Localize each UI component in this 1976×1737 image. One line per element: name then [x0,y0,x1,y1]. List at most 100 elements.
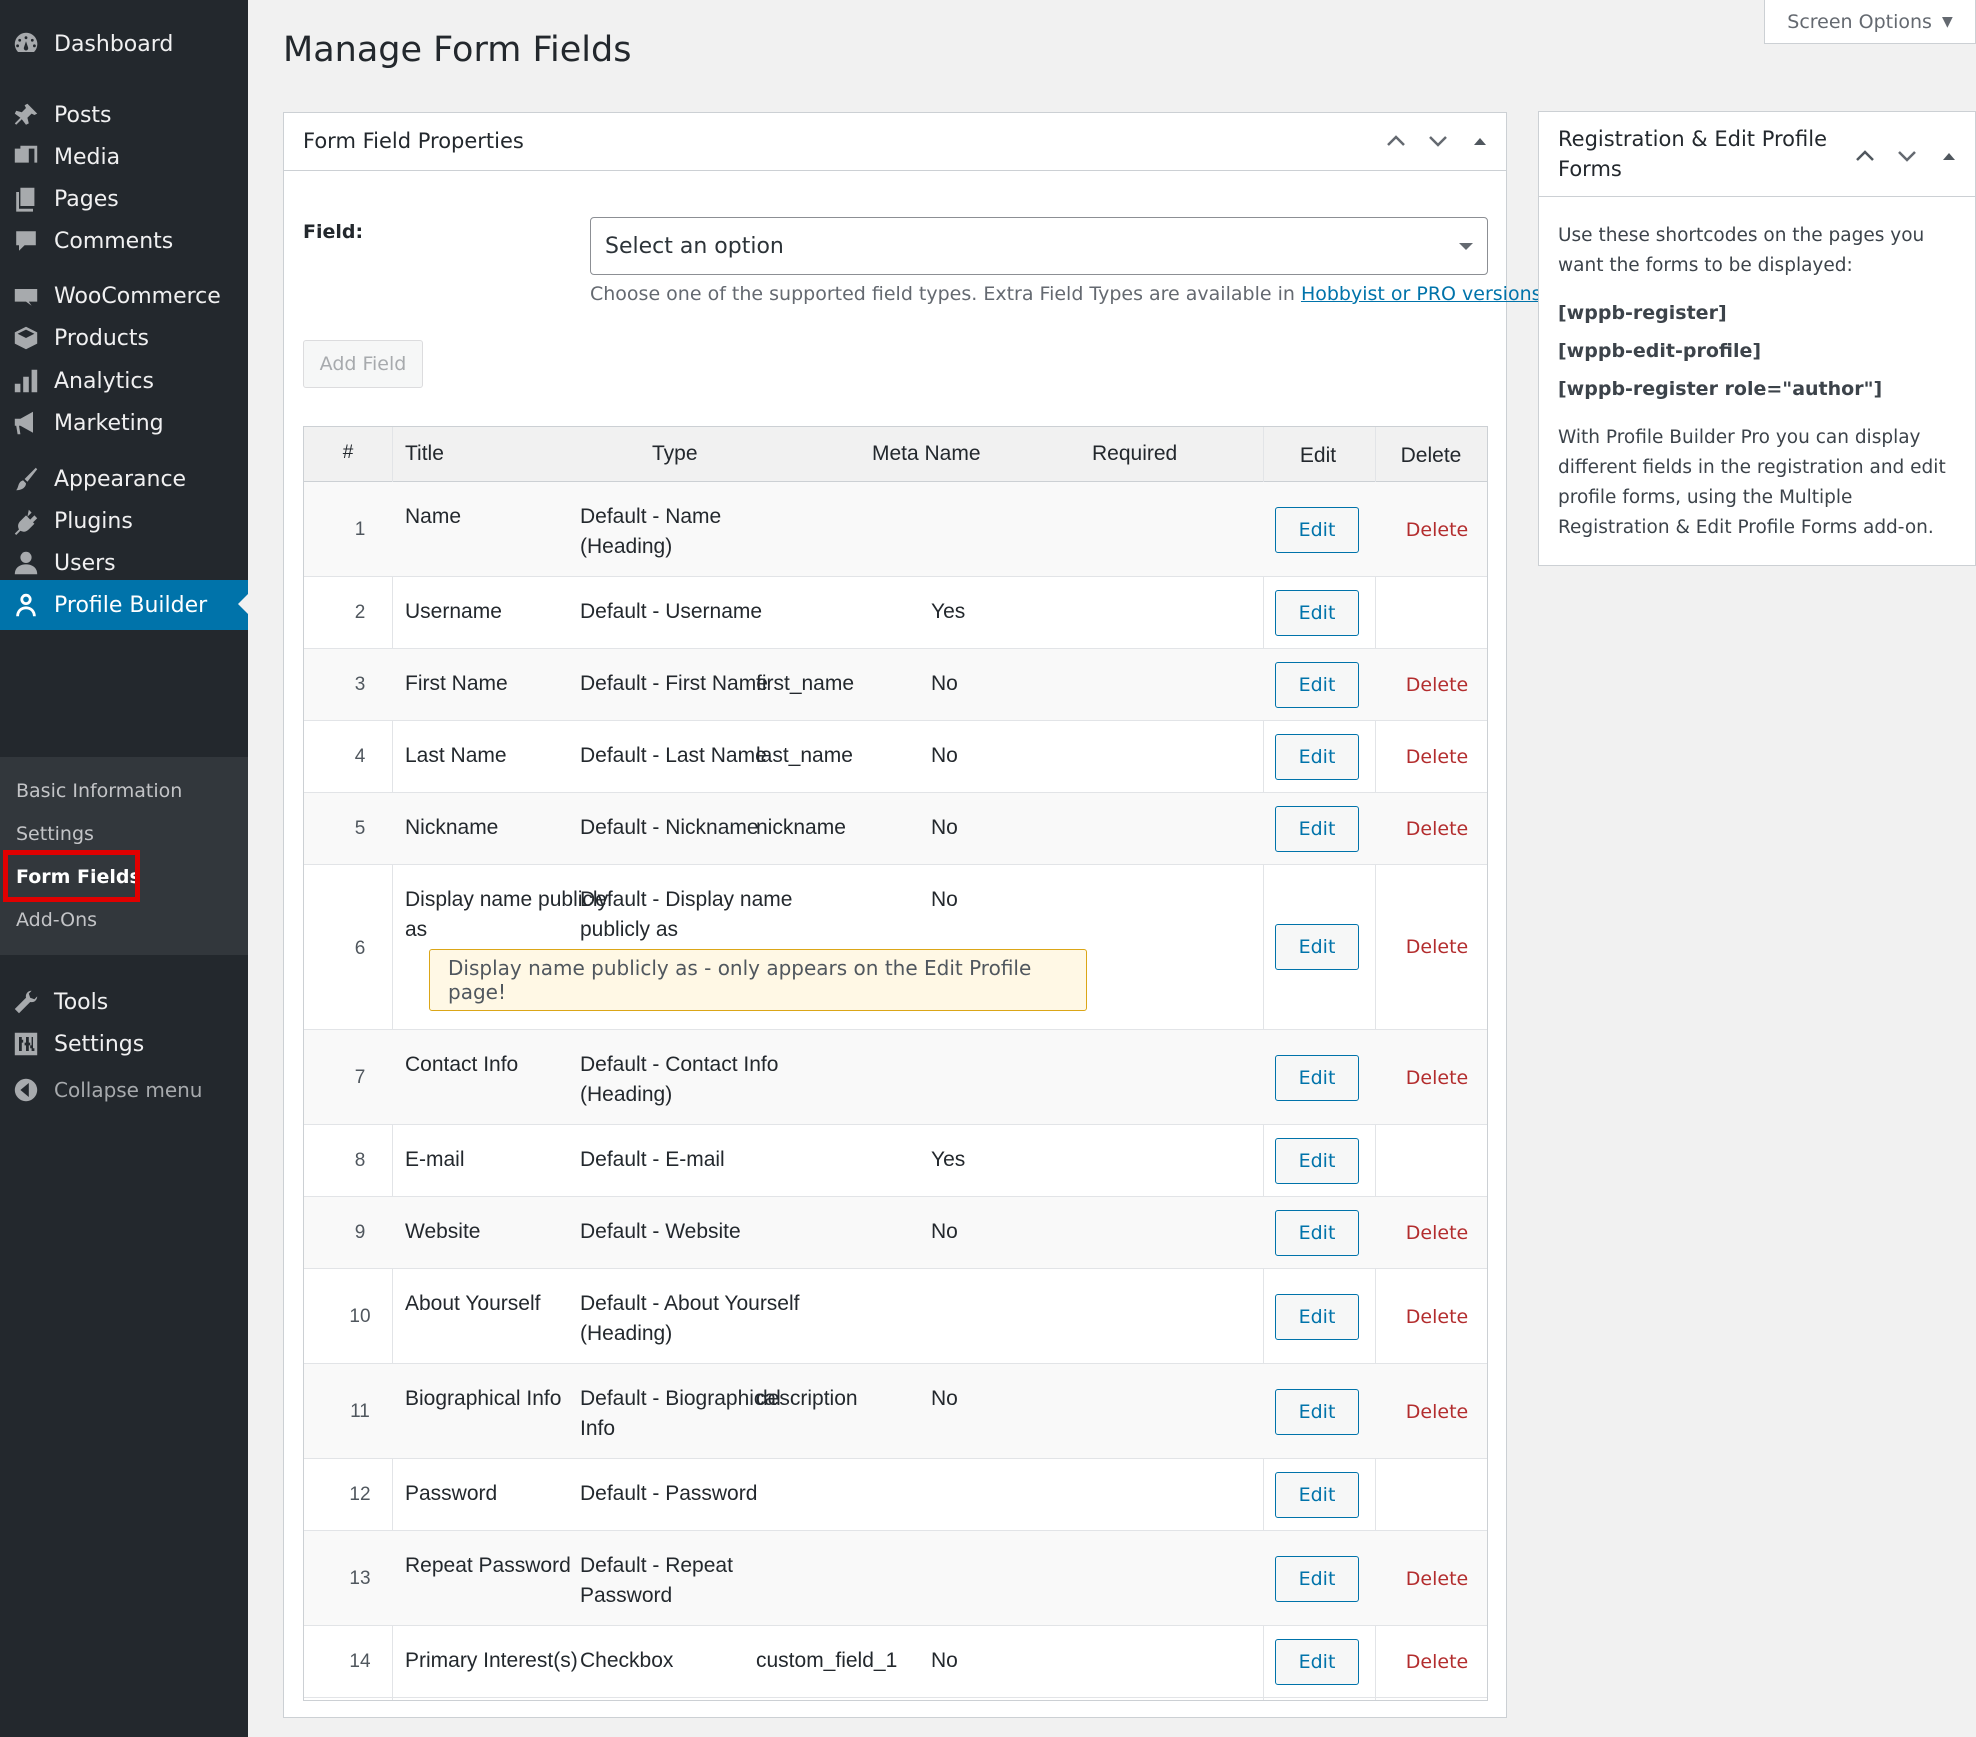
toggle-triangle-icon[interactable] [1466,127,1494,155]
row-type: Default - Password [580,1482,758,1505]
sliders-icon [12,1030,40,1058]
chevron-up-icon[interactable] [1382,127,1410,155]
edit-button[interactable]: Edit [1275,806,1359,852]
user-icon [12,549,40,577]
menu-woocommerce[interactable]: WooCommerce [0,272,248,320]
edit-button[interactable]: Edit [1275,506,1359,553]
delete-link[interactable]: Delete [1387,1222,1487,1244]
admin-sidebar: Dashboard Posts Media Pages Comments Woo… [0,0,248,1737]
edit-button[interactable]: Edit [1275,590,1359,636]
table-row: 12 Password Default - Password Edit [304,1459,1487,1531]
page-title: Manage Form Fields [283,30,632,70]
menu-plugins[interactable]: Plugins [0,497,248,545]
description-text: Choose one of the supported field types.… [590,283,1301,305]
toggle-triangle-icon[interactable] [1935,142,1963,170]
screen-options-label: Screen Options [1787,10,1932,33]
menu-profile-builder[interactable]: Profile Builder [0,580,248,630]
delete-link[interactable]: Delete [1387,746,1487,768]
field-type-select[interactable]: Select an option [590,217,1488,275]
row-type: Default - Repeat Password [580,1554,733,1607]
row-type: Default - Website [580,1220,741,1243]
edit-button[interactable]: Edit [1275,1054,1359,1101]
row-number: 10 [349,1305,371,1327]
row-required: No [931,1649,958,1672]
menu-label: Media [54,144,121,170]
delete-link[interactable]: Delete [1387,1651,1487,1673]
menu-marketing[interactable]: Marketing [0,399,248,447]
edit-button[interactable]: Edit [1275,1210,1359,1256]
menu-media[interactable]: Media [0,133,248,181]
delete-link[interactable]: Delete [1387,1401,1487,1423]
form-fields-highlight-box [3,850,140,902]
table-row: 4 Last Name Default - Last Name last_name No… [304,721,1487,793]
menu-label: Tools [54,989,109,1015]
delete-link[interactable]: Delete [1387,674,1487,696]
menu-label: Products [54,325,149,351]
row-type: Default - Contact Info (Heading) [580,1053,779,1106]
edit-button[interactable]: Edit [1275,662,1359,708]
shortcode-register: [wppb-register] [1558,302,1727,324]
menu-comments[interactable]: Comments [0,217,248,265]
row-number: 12 [349,1484,371,1505]
row-type: Default - E-mail [580,1148,725,1171]
caret-down-icon [1459,243,1473,250]
row-number: 9 [354,1222,366,1243]
edit-button[interactable]: Edit [1275,1555,1359,1602]
chevron-down-icon[interactable] [1424,127,1452,155]
delete-link[interactable]: Delete [1387,1568,1487,1590]
menu-label: Users [54,550,116,576]
delete-link[interactable]: Delete [1387,1306,1487,1328]
submenu-settings[interactable]: Settings [16,823,94,845]
menu-label: Marketing [54,410,164,436]
menu-label: Posts [54,102,112,128]
delete-link[interactable]: Delete [1387,818,1487,840]
shortcodes-intro: Use these shortcodes on the pages you wa… [1558,225,1925,276]
versions-link[interactable]: Hobbyist or PRO versions [1301,283,1542,305]
row-required: No [931,744,958,767]
display-name-notice: Display name publicly as - only appears … [429,949,1087,1011]
menu-label: Appearance [54,466,187,492]
delete-link[interactable]: Delete [1387,936,1487,958]
shortcode-register-author: [wppb-register role="author"] [1558,378,1883,400]
panel-header: Registration & Edit Profile Forms [1539,112,1975,197]
delete-link[interactable]: Delete [1387,519,1487,541]
panel-header: Form Field Properties [284,113,1506,171]
menu-analytics[interactable]: Analytics [0,357,248,405]
menu-settings[interactable]: Settings [0,1020,248,1068]
menu-tools[interactable]: Tools [0,978,248,1026]
pages-icon [12,185,40,213]
menu-appearance[interactable]: Appearance [0,455,248,503]
form-fields-table: # Title Type Meta Name Required Edit Del… [303,426,1488,1701]
edit-button[interactable]: Edit [1275,1472,1359,1518]
header-delete: Delete [1400,444,1462,467]
add-field-button[interactable]: Add Field [303,340,423,388]
menu-dashboard[interactable]: Dashboard [0,20,248,68]
row-required: Yes [931,600,966,623]
menu-label: Analytics [54,368,154,394]
dashboard-icon [12,30,40,58]
row-number: 6 [354,938,366,959]
table-row: 11 Biographical Info Default - Biographica… [304,1364,1487,1459]
screen-options-button[interactable]: Screen Options ▼ [1764,0,1976,44]
menu-pages[interactable]: Pages [0,175,248,223]
edit-button[interactable]: Edit [1275,1293,1359,1340]
edit-button[interactable]: Edit [1275,734,1359,780]
bar-chart-icon [12,367,40,395]
edit-button[interactable]: Edit [1275,1388,1359,1435]
chevron-up-icon[interactable] [1851,142,1879,170]
menu-collapse[interactable]: Collapse menu [0,1066,248,1114]
table-row: 9 Website Default - Website No Edit Delete [304,1197,1487,1269]
woo-icon [12,282,40,310]
box-icon [12,324,40,352]
delete-link[interactable]: Delete [1387,1067,1487,1089]
chevron-down-icon[interactable] [1893,142,1921,170]
menu-products[interactable]: Products [0,314,248,362]
submenu-basic-information[interactable]: Basic Information [16,780,182,802]
menu-posts[interactable]: Posts [0,91,248,139]
edit-button[interactable]: Edit [1275,924,1359,970]
submenu-add-ons[interactable]: Add-Ons [16,909,97,931]
edit-button[interactable]: Edit [1275,1639,1359,1685]
megaphone-icon [12,409,40,437]
table-row: 7 Contact Info Default - Contact Info (Hea… [304,1030,1487,1125]
edit-button[interactable]: Edit [1275,1138,1359,1184]
